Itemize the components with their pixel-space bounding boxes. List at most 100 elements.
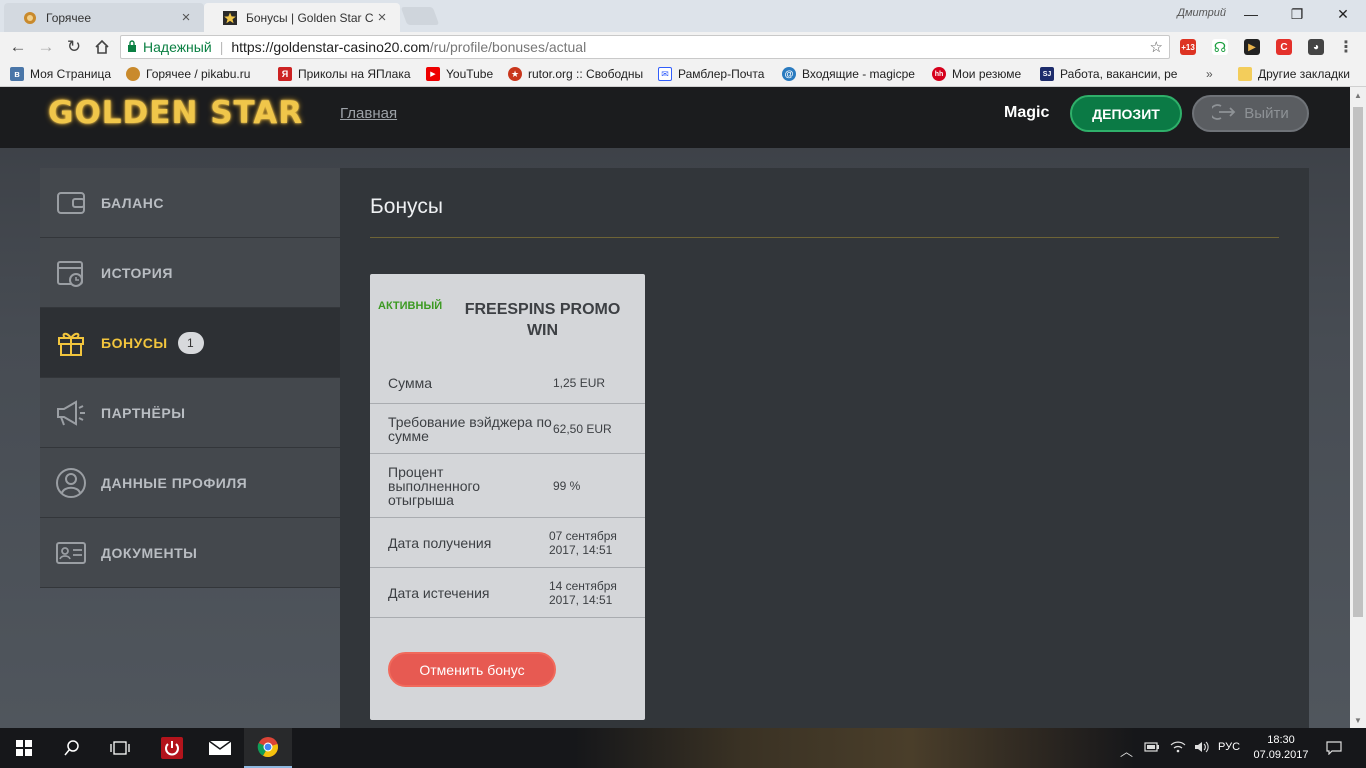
title-divider (370, 237, 1279, 238)
profile-sidebar: БАЛАНС ИСТОРИЯ БОНУСЫ 1 ПАРТНЁРЫ ДАННЫЕ … (40, 168, 340, 588)
youtube-icon: ▶ (426, 67, 440, 81)
bonus-row-amount: Сумма 1,25 EUR (370, 362, 645, 404)
power-app-icon[interactable] (148, 728, 196, 768)
page-scrollbar[interactable]: ▲ ▼ (1350, 87, 1366, 728)
vk-icon: в (10, 67, 24, 81)
bookmarks-overflow-button[interactable]: » (1206, 67, 1213, 81)
row-label: Процент выполненного отыгрыша (388, 463, 481, 508)
cancel-bonus-button[interactable]: Отменить бонус (388, 652, 556, 687)
sidebar-item-label: ДОКУМЕНТЫ (101, 544, 198, 561)
clock-date: 07.09.2017 (1253, 749, 1309, 761)
window-close-icon[interactable]: ✕ (1320, 0, 1366, 28)
sidebar-item-bonuses[interactable]: БОНУСЫ 1 (40, 308, 340, 378)
nav-home-link[interactable]: Главная (340, 105, 397, 122)
extension-badge: +13 (1181, 42, 1195, 52)
browser-tab-hot[interactable]: Горячее × (4, 3, 204, 32)
tab-title: Бонусы | Golden Star Cas (246, 10, 374, 25)
rutor-icon: ★ (508, 67, 522, 81)
notification-extension-icon[interactable]: +13 (1180, 39, 1196, 55)
site-header: GOLDEN STAR Главная Magic ДЕПОЗИТ Выйти (0, 87, 1350, 148)
bookmark-item[interactable]: SJ Работа, вакансии, ре (1040, 67, 1177, 81)
reload-icon[interactable]: ↻ (62, 36, 86, 58)
mail-icon[interactable] (196, 728, 244, 768)
bookmark-label: Входящие - magicpe (802, 67, 915, 81)
deposit-button[interactable]: ДЕПОЗИТ (1070, 95, 1182, 132)
minimize-icon[interactable]: — (1228, 0, 1274, 28)
folder-icon (1238, 67, 1252, 81)
sidebar-item-history[interactable]: ИСТОРИЯ (40, 238, 340, 308)
system-clock[interactable]: 18:30 07.09.2017 (1252, 733, 1310, 763)
scroll-up-icon[interactable]: ▲ (1350, 87, 1366, 103)
tab-title: Горячее (46, 10, 92, 25)
battery-icon[interactable] (1144, 741, 1160, 756)
close-icon[interactable]: × (178, 9, 194, 26)
input-language[interactable]: РУС (1218, 741, 1240, 753)
windows-start-icon[interactable] (0, 728, 48, 768)
bookmark-item[interactable]: ✉ Рамблер-Почта (658, 67, 764, 81)
spy-extension-icon[interactable]: ◕ (1308, 39, 1324, 55)
sidebar-item-profile[interactable]: ДАННЫЕ ПРОФИЛЯ (40, 448, 340, 518)
bookmark-label: Другие закладки (1258, 67, 1350, 81)
row-value: 14 сентября 2017, 14:51 (548, 578, 617, 607)
pikabu-icon (126, 67, 140, 81)
sidebar-item-balance[interactable]: БАЛАНС (40, 168, 340, 238)
bookmark-label: Моя Страница (30, 67, 112, 81)
bookmark-label: Мои резюме (952, 67, 1022, 81)
bonus-row-expires: Дата истечения 14 сентября 2017, 14:51 (370, 568, 645, 618)
home-icon[interactable] (90, 36, 114, 58)
task-view-icon[interactable] (96, 728, 144, 768)
scrollbar-thumb[interactable] (1353, 107, 1363, 617)
row-value: 62,50 EUR (553, 421, 612, 436)
bookmark-item[interactable]: Горячее / pikabu.ru (126, 67, 250, 81)
calendar-clock-icon (54, 256, 88, 290)
bookmark-item[interactable]: @ Входящие - magicpe (782, 67, 915, 81)
headphones-icon[interactable]: ☊ (1212, 39, 1228, 55)
restore-icon[interactable]: ❐ (1274, 0, 1320, 28)
bonus-status: АКТИВНЫЙ (378, 300, 443, 312)
sj-icon: SJ (1040, 67, 1054, 81)
gift-icon (54, 326, 88, 360)
bonus-details: Сумма 1,25 EUR Требование вэйджера по су… (370, 362, 645, 618)
browser-tab-bonuses[interactable]: Бонусы | Golden Star Cas × (204, 3, 400, 32)
url-host: https://goldenstar-casino20.com (231, 39, 430, 55)
row-label: Сумма (388, 374, 432, 391)
scroll-down-icon[interactable]: ▼ (1350, 712, 1366, 728)
play-extension-icon[interactable]: ▶ (1244, 39, 1260, 55)
back-arrow-icon[interactable]: ← (6, 36, 30, 58)
clock-time: 18:30 (1267, 734, 1295, 746)
sidebar-item-label: ПАРТНЁРЫ (101, 404, 186, 421)
bookmark-item[interactable]: в Моя Страница (10, 67, 111, 81)
forward-arrow-icon[interactable]: → (34, 36, 58, 58)
sidebar-item-documents[interactable]: ДОКУМЕНТЫ (40, 518, 340, 588)
sidebar-item-partners[interactable]: ПАРТНЁРЫ (40, 378, 340, 448)
yaplakal-icon: Я (278, 67, 292, 81)
close-icon[interactable]: × (374, 9, 390, 26)
bonus-name: FREESPINS PROMO WIN (464, 301, 621, 339)
bookmark-item[interactable]: ★ rutor.org :: Свободны (508, 67, 643, 81)
row-label: Требование вэйджера по сумме (388, 413, 552, 444)
bonuses-panel: Бонусы АКТИВНЫЙ FREESPINS PROMO WIN Сумм… (340, 168, 1309, 728)
bookmark-star-icon[interactable]: ☆ (1150, 38, 1163, 56)
site-logo[interactable]: GOLDEN STAR (48, 95, 303, 131)
bookmark-item[interactable]: Я Приколы на ЯПлака (278, 67, 411, 81)
search-icon[interactable] (48, 728, 96, 768)
windows-taskbar: ︿ РУС 18:30 07.09.2017 (0, 728, 1366, 768)
username[interactable]: Magic (1004, 104, 1049, 122)
other-bookmarks[interactable]: Другие закладки (1238, 67, 1350, 81)
logout-button[interactable]: Выйти (1192, 95, 1309, 132)
logout-icon (1209, 102, 1236, 126)
c-extension-icon[interactable]: C (1276, 39, 1292, 55)
address-bar[interactable]: Надежный | https://goldenstar-casino20.c… (120, 35, 1170, 59)
chevron-up-icon[interactable]: ︿ (1120, 741, 1133, 760)
volume-icon[interactable] (1194, 741, 1210, 756)
notifications-icon[interactable] (1326, 741, 1342, 759)
bookmark-item[interactable]: ▶ YouTube (426, 67, 493, 81)
menu-dots-icon[interactable]: ⋮ (1338, 39, 1354, 56)
bookmark-label: YouTube (446, 67, 494, 81)
bookmark-item[interactable]: hh Мои резюме (932, 67, 1021, 81)
wifi-icon[interactable] (1170, 741, 1186, 756)
chrome-icon[interactable] (244, 728, 292, 768)
row-value: 07 сентября 2017, 14:51 (548, 528, 617, 557)
new-tab-button[interactable] (400, 7, 440, 25)
window-profile-name[interactable]: Дмитрий (1177, 7, 1226, 19)
